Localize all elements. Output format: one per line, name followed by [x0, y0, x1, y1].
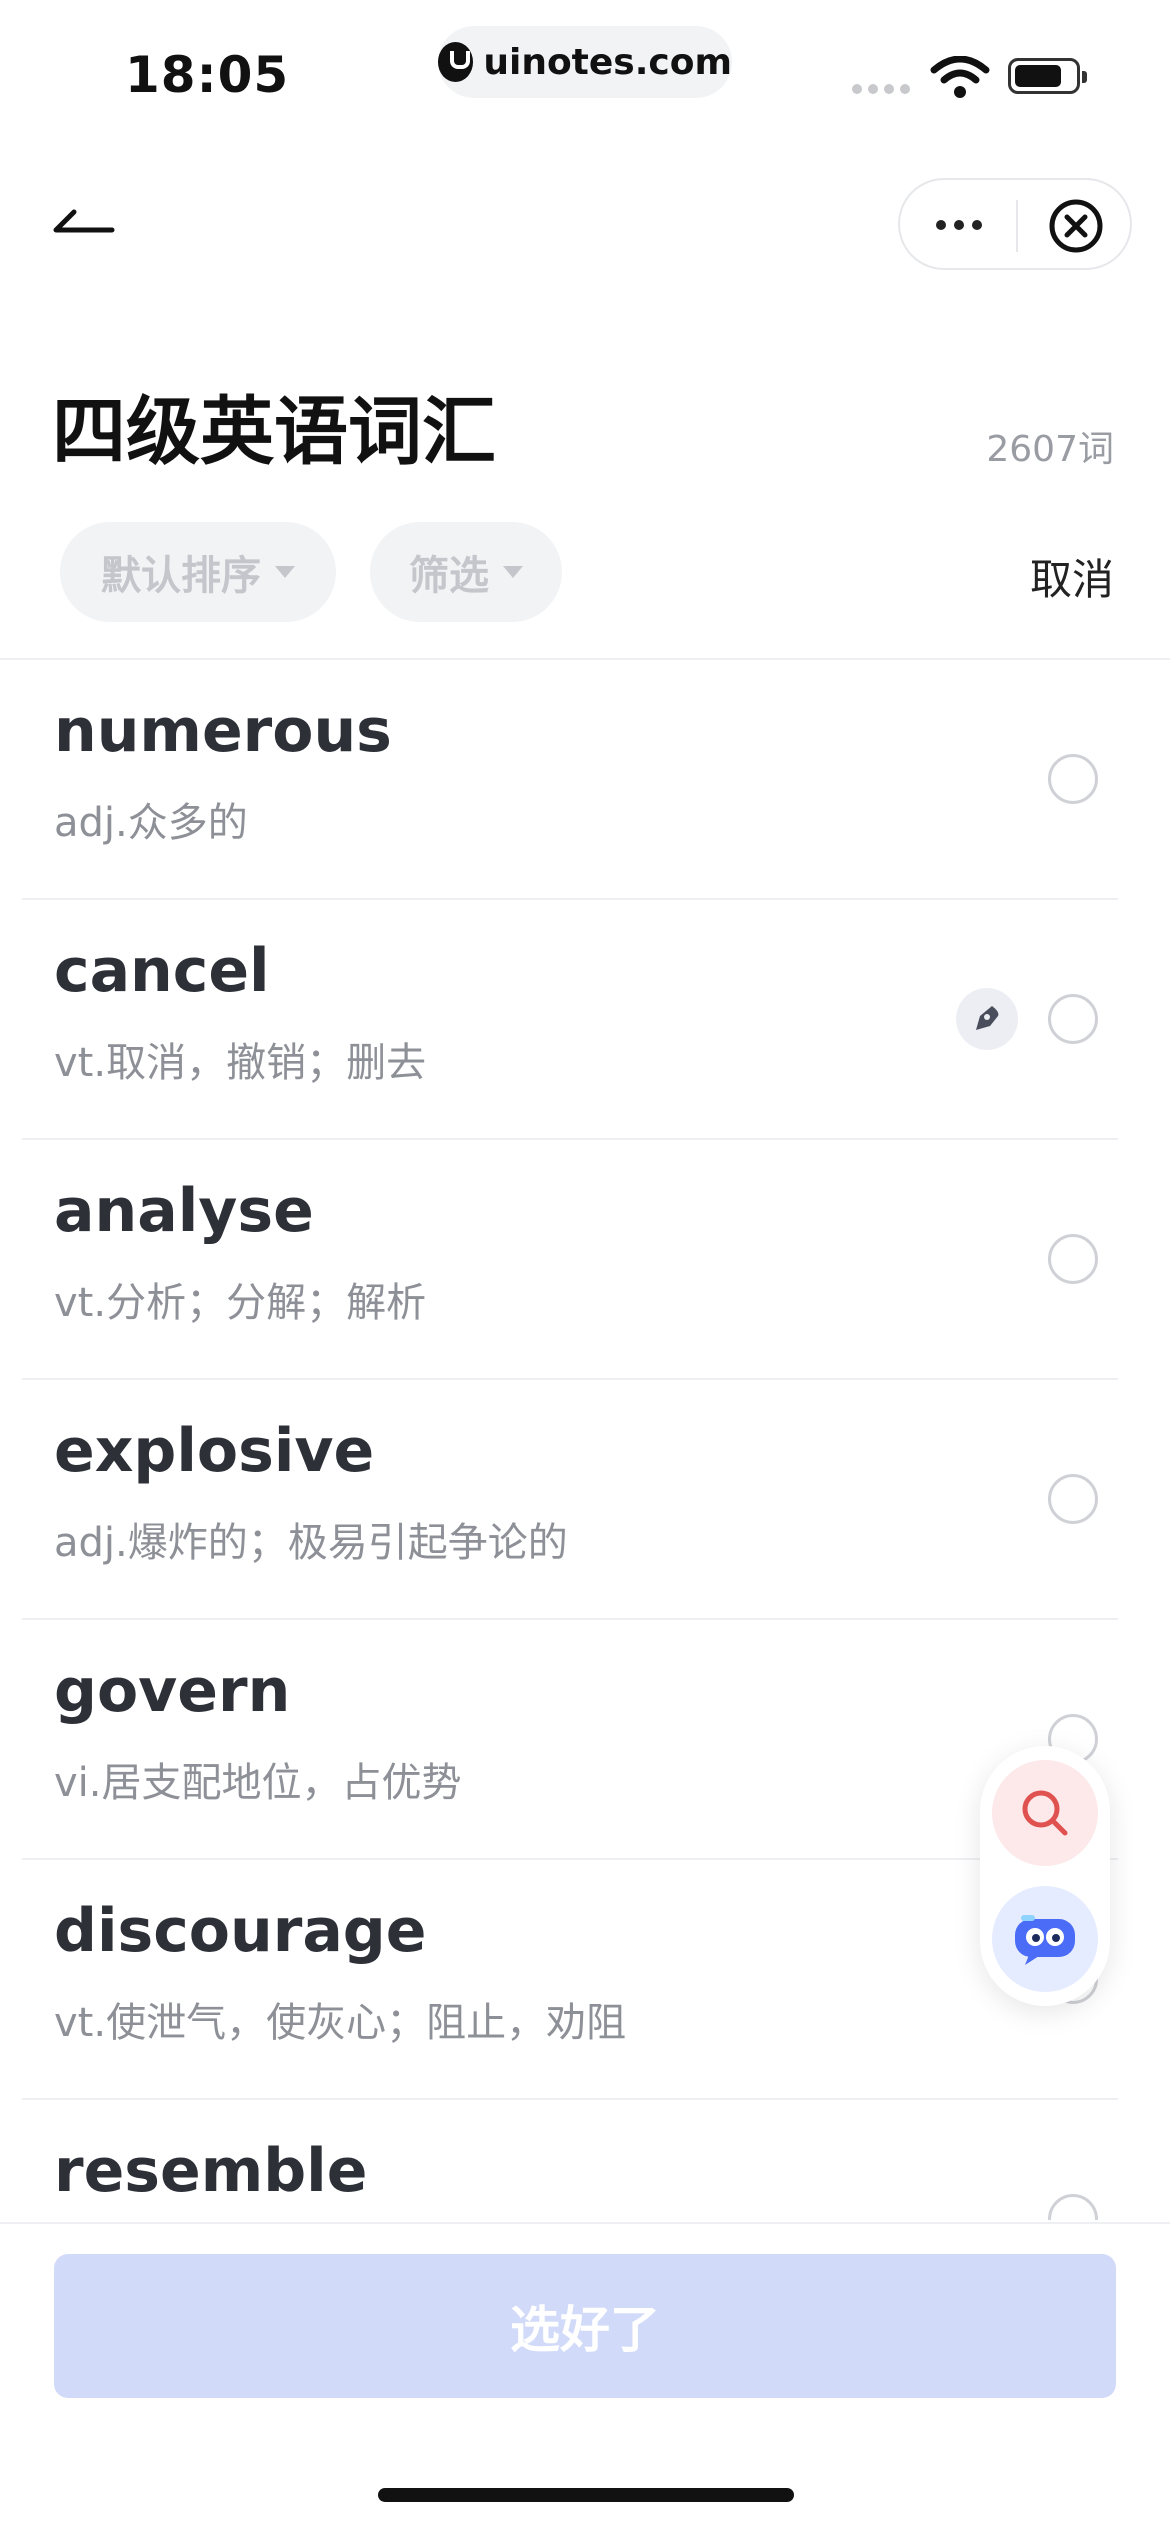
word-meaning: vt.分析；分解；解析: [54, 1280, 427, 1326]
pen-icon[interactable]: [956, 988, 1018, 1050]
wifi-icon: [930, 56, 990, 98]
list-item[interactable]: cancel vt.取消，撤销；删去: [0, 900, 1170, 1140]
word-text: govern: [54, 1656, 291, 1726]
list-item[interactable]: numerous adj.众多的: [0, 660, 1170, 900]
word-text: numerous: [54, 696, 392, 766]
select-radio[interactable]: [1048, 754, 1098, 804]
capsule-divider: [1016, 200, 1018, 252]
caret-down-icon: [503, 566, 523, 578]
url-text: uinotes.com: [483, 41, 732, 83]
search-icon[interactable]: [992, 1760, 1098, 1866]
mini-program-capsule: [898, 178, 1132, 270]
word-meaning: vt.使泄气，使灰心；阻止，劝阻: [54, 2000, 627, 2046]
close-circle-icon[interactable]: [1048, 198, 1104, 254]
list-item[interactable]: analyse vt.分析；分解；解析: [0, 1140, 1170, 1380]
word-meaning: vi.居支配地位，占优势: [54, 1760, 462, 1806]
select-radio[interactable]: [1048, 994, 1098, 1044]
word-text: resemble: [54, 2136, 368, 2206]
page-title: 四级英语词汇: [52, 389, 496, 475]
confirm-button[interactable]: 选好了: [54, 2254, 1116, 2398]
select-radio[interactable]: [1048, 1474, 1098, 1524]
select-radio[interactable]: [1048, 2194, 1098, 2220]
search-glyph: [1022, 1790, 1068, 1836]
word-text: analyse: [54, 1176, 314, 1246]
word-meaning: adj.众多的: [54, 800, 248, 846]
word-text: discourage: [54, 1896, 427, 1966]
word-meaning: vt.取消，撤销；删去: [54, 1040, 427, 1086]
battery-icon: [1008, 58, 1087, 94]
url-pill: uinotes.com: [438, 26, 732, 98]
select-radio[interactable]: [1048, 1234, 1098, 1284]
sort-chip[interactable]: 默认排序: [60, 522, 336, 622]
caret-down-icon: [275, 566, 295, 578]
floating-toolbar: [980, 1746, 1110, 2006]
signal-icon: [852, 84, 910, 94]
site-logo-icon: [438, 42, 474, 82]
word-text: cancel: [54, 936, 270, 1006]
word-list: numerous adj.众多的 cancel vt.取消，撤销；删去 anal…: [0, 660, 1170, 2220]
back-arrow-icon[interactable]: [52, 200, 116, 240]
more-dots-icon[interactable]: [936, 220, 982, 230]
assistant-glyph: [1015, 1915, 1075, 1965]
list-item[interactable]: explosive adj.爆炸的；极易引起争论的: [0, 1380, 1170, 1620]
sort-chip-label: 默认排序: [101, 553, 261, 599]
word-count: 2607词: [986, 429, 1114, 470]
word-text: explosive: [54, 1416, 375, 1486]
pen-glyph: [976, 1006, 999, 1030]
word-meaning: adj.爆炸的；极易引起争论的: [54, 1520, 568, 1566]
cancel-link[interactable]: 取消: [1030, 546, 1114, 607]
assistant-robot-icon[interactable]: [992, 1886, 1098, 1992]
filter-chip-label: 筛选: [409, 553, 489, 599]
list-item[interactable]: resemble: [0, 2100, 1170, 2220]
status-time: 18:05: [125, 46, 290, 104]
home-indicator: [378, 2488, 794, 2502]
filter-chip[interactable]: 筛选: [370, 522, 562, 622]
